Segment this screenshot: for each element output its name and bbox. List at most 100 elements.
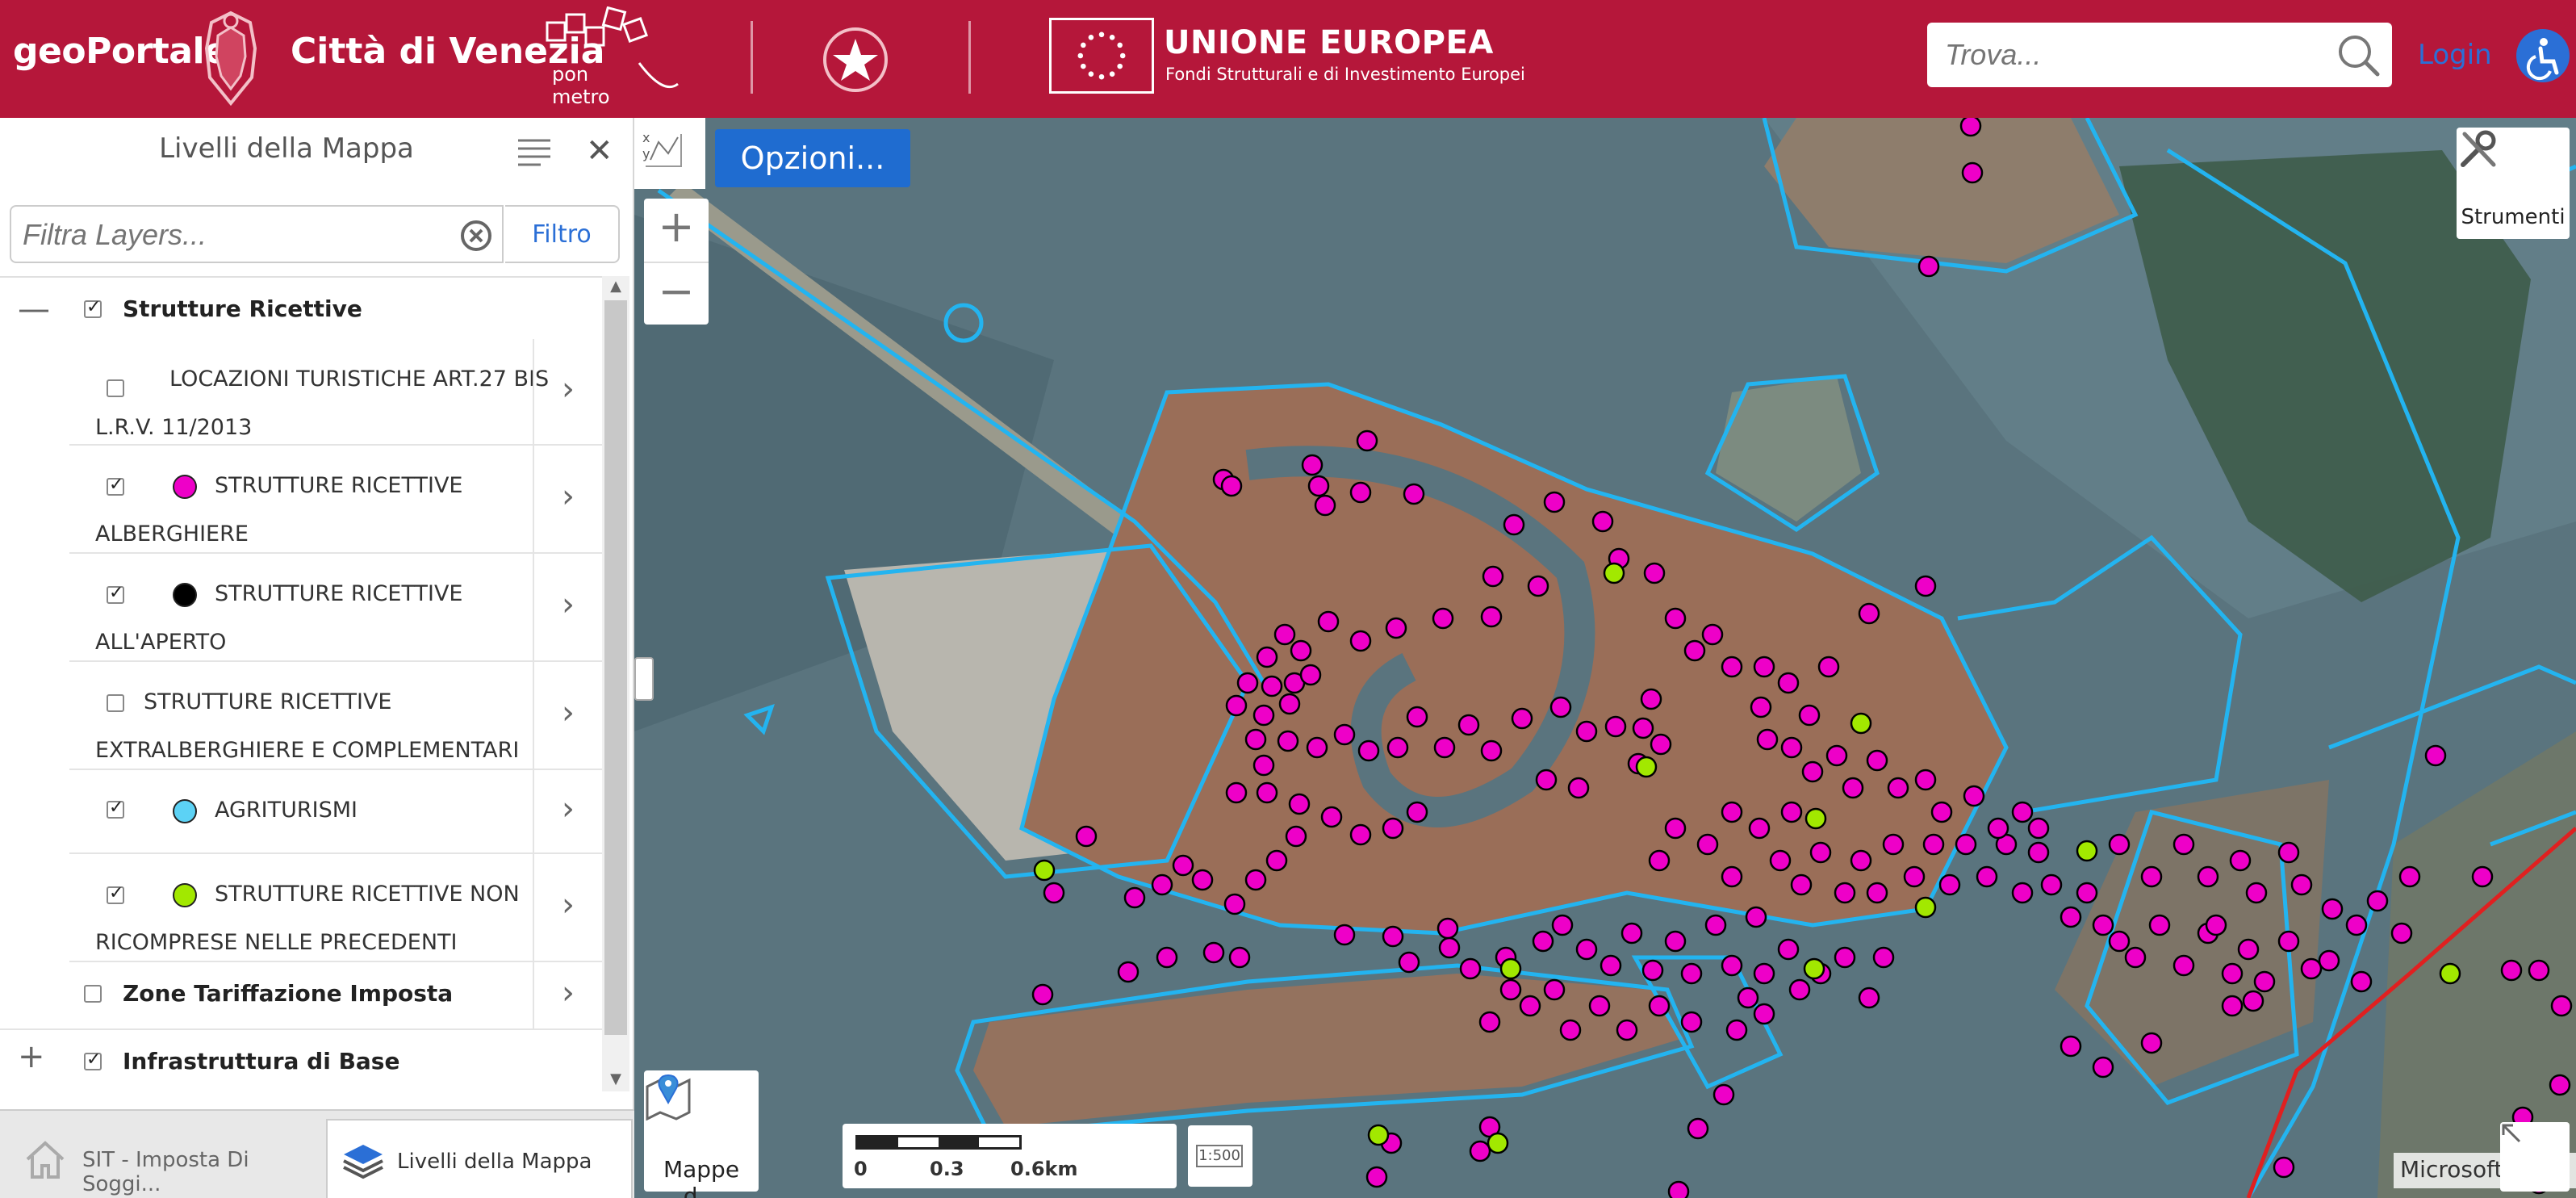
layer-item[interactable]: AGRITURISMI › (69, 770, 602, 854)
chevron-right-icon[interactable]: › (533, 854, 602, 961)
basemap-button[interactable]: Mappe d... (644, 1070, 759, 1198)
chevron-right-icon[interactable]: › (533, 446, 602, 552)
chevron-right-icon[interactable]: › (533, 962, 602, 1028)
scale-segment (858, 1137, 898, 1147)
scroll-up-icon[interactable]: ▲ (602, 278, 629, 297)
map-pin-icon (646, 1074, 691, 1121)
y-axis-glyph: y (642, 146, 650, 161)
basemap-label: Mappe d... (663, 1156, 740, 1198)
eu-star (1081, 63, 1086, 69)
clear-filter-icon[interactable] (460, 220, 492, 252)
home-icon (26, 1141, 65, 1179)
header-separator (751, 21, 753, 94)
eu-star (1109, 35, 1115, 40)
eu-title: UNIONE EUROPEA (1164, 24, 1494, 61)
group-checkbox[interactable] (84, 297, 102, 318)
zoom-in-button[interactable]: + (644, 199, 709, 260)
layer-group-zone-tariffazione[interactable]: Zone Tariffazione Imposta › (0, 962, 602, 1030)
chevron-right-icon[interactable]: › (533, 339, 602, 444)
scale-bar-graphic (855, 1135, 1022, 1150)
legend-dot-magenta (173, 474, 197, 499)
layer-group-infrastruttura[interactable]: + Infrastruttura di Base (0, 1030, 602, 1091)
legend-dot-cyan (173, 798, 197, 823)
chevron-right-icon[interactable]: › (533, 554, 602, 660)
layer-filter-box (10, 205, 504, 263)
scroll-thumb[interactable] (604, 300, 627, 1035)
collapse-icon[interactable]: — (18, 291, 50, 328)
eu-flag-icon (1049, 18, 1154, 94)
eu-star (1088, 35, 1094, 40)
layer-tree: — Strutture Ricettive LOCAZIONI TURISTIC… (0, 276, 602, 1091)
layer-label: STRUTTURE RICETTIVE ALL'APERTO (95, 581, 463, 655)
scale-label: 0.6km (1010, 1158, 1078, 1180)
search-input[interactable] (1945, 31, 2308, 79)
zoom-control: + − (644, 199, 709, 325)
layer-group-strutture-ricettive[interactable]: — Strutture Ricettive (0, 278, 602, 339)
coordinates-icon[interactable]: x y (634, 118, 692, 179)
chevron-right-icon[interactable]: › (533, 770, 602, 852)
layer-label-wrap: STRUTTURE RICETTIVE NON RICOMPRESE NELLE… (95, 870, 555, 967)
eu-star (1098, 31, 1105, 38)
layer-filter-input[interactable] (23, 213, 442, 257)
filter-button[interactable]: Filtro (505, 205, 620, 263)
search-icon[interactable] (2334, 31, 2382, 79)
layer-label-wrap: AGRITURISMI (95, 786, 555, 835)
ponmetro-bottom-text: metro (552, 86, 610, 108)
layer-item[interactable]: STRUTTURE RICETTIVE ALL'APERTO › (69, 554, 602, 662)
scale-bar: 0 0.3 0.6km (843, 1124, 1177, 1188)
group-checkbox[interactable] (84, 985, 102, 1003)
group-label: Zone Tariffazione Imposta (123, 980, 454, 1007)
layer-item[interactable]: LOCAZIONI TURISTICHE ART.27 BIS L.R.V. 1… (69, 339, 602, 446)
scale-ratio-button[interactable]: 1:500 (1188, 1125, 1252, 1187)
eu-subtitle: Fondi Strutturali e di Investimento Euro… (1165, 65, 1525, 84)
layer-label: STRUTTURE RICETTIVE ALBERGHIERE (95, 473, 463, 547)
eu-star (1117, 42, 1123, 48)
map-view[interactable]: ‹ Opzioni... + − Strumenti Mappe d... (634, 118, 2576, 1198)
list-menu-icon[interactable] (516, 137, 552, 168)
tab-livelli[interactable]: Livelli della Mappa (326, 1119, 633, 1198)
options-button[interactable]: Opzioni... (715, 129, 910, 187)
top-header: geoPortale Città di Venezia pon metro UN… (0, 0, 2576, 118)
panel-resize-handle[interactable] (634, 657, 654, 701)
scroll-down-icon[interactable]: ▼ (602, 1070, 629, 1090)
panel-tabs: SIT - Imposta Di Soggi... Livelli della … (0, 1109, 634, 1198)
scale-ratio-label: 1:500 (1196, 1145, 1243, 1167)
layer-label: AGRITURISMI (215, 798, 358, 823)
layer-scrollbar[interactable]: ▲ ▼ (602, 276, 629, 1091)
legend-dot-green (173, 882, 197, 907)
zoom-out-button[interactable]: − (644, 262, 709, 323)
expand-icon[interactable]: + (18, 1038, 45, 1075)
tools-button[interactable]: Strumenti (2457, 128, 2570, 239)
layer-label-wrap: STRUTTURE RICETTIVE ALL'APERTO (95, 570, 555, 667)
eu-star (1081, 42, 1086, 48)
tab-sit[interactable]: SIT - Imposta Di Soggi... (0, 1119, 323, 1198)
chevron-right-icon[interactable]: › (533, 662, 602, 769)
layer-item[interactable]: STRUTTURE RICETTIVE NON RICOMPRESE NELLE… (69, 854, 602, 962)
login-link[interactable]: Login (2418, 39, 2492, 71)
group-checkbox[interactable] (84, 1049, 102, 1070)
eu-star (1077, 52, 1084, 59)
map-canvas[interactable] (634, 118, 2576, 1198)
ponmetro-top-text: pon (552, 63, 588, 86)
layer-label: LOCAZIONI TURISTICHE ART.27 BIS L.R.V. 1… (95, 367, 550, 440)
close-icon[interactable]: ✕ (586, 132, 613, 170)
arrow-up-left-icon (2502, 1124, 2521, 1143)
layer-label: STRUTTURE RICETTIVE EXTRALBERGHIERE E CO… (95, 689, 520, 763)
ponmetro-logo: pon metro (546, 6, 679, 108)
eu-star (1109, 71, 1115, 77)
layer-item[interactable]: STRUTTURE RICETTIVE EXTRALBERGHIERE E CO… (69, 662, 602, 770)
layer-item[interactable]: STRUTTURE RICETTIVE ALBERGHIERE › (69, 446, 602, 554)
panel-title: Livelli della Mappa (159, 132, 414, 165)
layer-label: STRUTTURE RICETTIVE NON RICOMPRESE NELLE… (95, 882, 520, 955)
scale-segment (939, 1137, 979, 1147)
scale-label: 0 (854, 1158, 868, 1180)
tools-label: Strumenti (2461, 205, 2566, 229)
overview-toggle-button[interactable] (2500, 1122, 2570, 1192)
eu-star (1088, 71, 1094, 77)
crest-icon (204, 10, 257, 107)
accessibility-icon[interactable] (2516, 29, 2570, 82)
app-root: geoPortale Città di Venezia pon metro UN… (0, 0, 2576, 1198)
layers-icon (343, 1145, 383, 1179)
wrench-screwdriver-icon (2461, 130, 2496, 167)
eu-star (1119, 52, 1126, 59)
